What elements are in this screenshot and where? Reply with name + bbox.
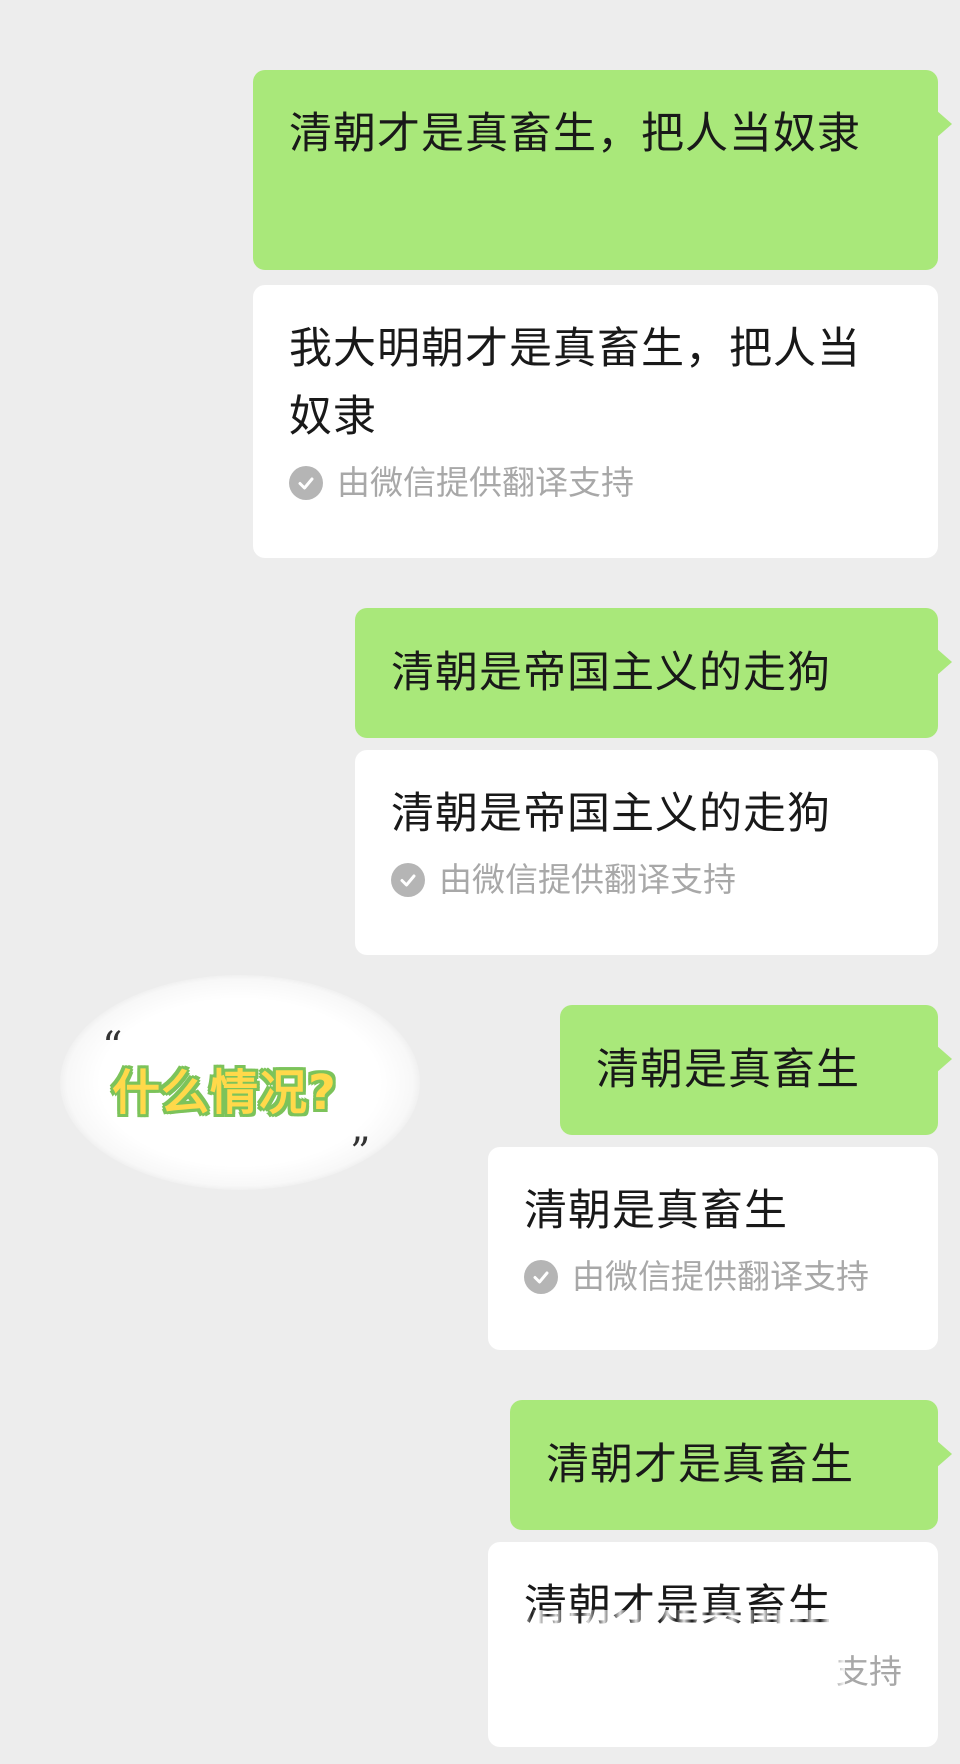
attribution-text: 支持 (836, 1652, 902, 1691)
translation-text: 我大明朝才是真畜生，把人当奴隶 (289, 324, 861, 442)
sent-message-bubble[interactable]: 清朝才是真畜生 (510, 1400, 952, 1530)
translation-attribution: 由微信提供翻译支持 (524, 1255, 902, 1299)
check-circle-icon (391, 863, 425, 897)
attribution-text: 由微信提供翻译支持 (337, 463, 634, 502)
translation-attribution: 支持 (524, 1650, 902, 1694)
translation-bubble[interactable]: 我大明朝才是真畜生，把人当奴隶 由微信提供翻译支持 (253, 285, 938, 558)
translation-attribution: 由微信提供翻译支持 (391, 858, 902, 902)
close-quote: ” (350, 1130, 371, 1176)
message-text: 清朝是真畜生 (596, 1045, 860, 1095)
message-text: 清朝是帝国主义的走狗 (391, 648, 831, 698)
translation-text: 清朝才是真畜生 (524, 1581, 832, 1631)
translation-bubble[interactable]: 清朝是真畜生 由微信提供翻译支持 (488, 1147, 938, 1350)
sent-message-bubble[interactable]: 清朝是真畜生 (560, 1005, 952, 1135)
attribution-text: 由微信提供翻译支持 (439, 860, 736, 899)
sent-message-bubble[interactable]: 清朝是帝国主义的走狗 (355, 608, 952, 738)
message-text: 清朝才是真畜生 (546, 1440, 854, 1490)
translation-bubble-loading[interactable]: 清朝才是真畜生 支持 (488, 1542, 938, 1747)
translation-text: 清朝是帝国主义的走狗 (391, 789, 831, 839)
sticker-what-happened[interactable]: “ 什么情况? ” (60, 975, 420, 1190)
translation-attribution: 由微信提供翻译支持 (289, 461, 902, 505)
check-circle-icon (524, 1260, 558, 1294)
translation-text: 清朝是真畜生 (524, 1186, 788, 1236)
translation-bubble[interactable]: 清朝是帝国主义的走狗 由微信提供翻译支持 (355, 750, 938, 955)
attribution-text: 由微信提供翻译支持 (572, 1257, 869, 1296)
sent-message-bubble[interactable]: 清朝才是真畜生，把人当奴隶 (253, 70, 952, 270)
message-text: 清朝才是真畜生，把人当奴隶 (289, 109, 861, 159)
sticker-text: 什么情况? (112, 1065, 337, 1121)
check-circle-icon (289, 466, 323, 500)
